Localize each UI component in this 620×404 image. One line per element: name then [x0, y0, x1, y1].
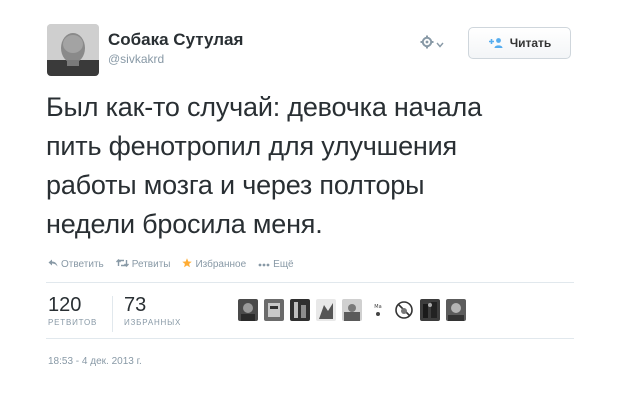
tweet-card: Собака Сутулая @sivkakrd Читать Был как-…: [0, 0, 620, 404]
tweet-text-line: пить фенотропил для улучшения: [46, 131, 457, 161]
more-options-dropdown[interactable]: [420, 33, 444, 55]
reply-action[interactable]: Ответить: [48, 259, 104, 270]
more-action[interactable]: Ещё: [258, 259, 294, 270]
ellipsis-icon: [258, 259, 270, 270]
favoriter-avatars: Ma: [238, 299, 466, 321]
tweet-timestamp[interactable]: 18:53 - 4 дек. 2013 г.: [48, 356, 142, 367]
tweet-text-line: работы мозга и через полторы: [46, 170, 425, 200]
favorite-action[interactable]: Избранное: [182, 258, 246, 271]
author-display-name[interactable]: Собака Сутулая: [108, 30, 243, 50]
chevron-down-icon: [436, 35, 444, 53]
follow-button[interactable]: Читать: [468, 27, 571, 59]
author-avatar-image: [47, 24, 99, 76]
favoriter-avatar[interactable]: [264, 299, 284, 321]
follow-user-icon: [488, 37, 504, 49]
favoriter-avatar[interactable]: [238, 299, 258, 321]
reply-icon: [48, 259, 58, 270]
favorite-label: Избранное: [195, 259, 247, 270]
favoriter-avatar[interactable]: [420, 299, 440, 321]
author-avatar[interactable]: [47, 24, 99, 76]
favoriter-avatar[interactable]: [446, 299, 466, 321]
favoriter-avatar[interactable]: [290, 299, 310, 321]
more-label: Ещё: [273, 259, 294, 270]
favoriter-avatar[interactable]: Ma: [368, 299, 388, 321]
retweet-action[interactable]: Ретвиты: [115, 259, 171, 270]
retweet-label: Ретвиты: [131, 259, 171, 270]
star-icon: [182, 258, 193, 271]
follow-button-label: Читать: [509, 36, 552, 50]
favoriter-avatar[interactable]: [394, 299, 414, 321]
favoriter-avatar[interactable]: [316, 299, 336, 321]
divider: [46, 282, 574, 283]
author-screen-name[interactable]: @sivkakrd: [108, 52, 164, 66]
svg-text:Ma: Ma: [374, 304, 381, 310]
reply-label: Ответить: [61, 259, 104, 270]
favorites-stat[interactable]: 73 ИЗБРАННЫХ: [124, 294, 181, 327]
favorites-label: ИЗБРАННЫХ: [124, 318, 182, 327]
stat-divider: [112, 296, 113, 332]
gear-icon: [420, 35, 434, 54]
tweet-text-line: Был как-то случай: девочка начала: [46, 92, 482, 122]
tweet-text: Был как-то случай: девочка начала пить ф…: [46, 88, 586, 244]
tweet-actions: Ответить Ретвиты Избранное Ещё: [48, 258, 306, 271]
retweet-icon: [115, 259, 129, 270]
favorites-count: 73: [124, 294, 147, 316]
tweet-text-line: недели бросила меня.: [46, 209, 323, 239]
retweets-label: РЕТВИТОВ: [48, 318, 98, 327]
favoriter-avatar[interactable]: [342, 299, 362, 321]
retweets-count: 120: [48, 294, 82, 316]
divider: [46, 338, 574, 339]
retweets-stat[interactable]: 120 РЕТВИТОВ: [48, 294, 97, 327]
